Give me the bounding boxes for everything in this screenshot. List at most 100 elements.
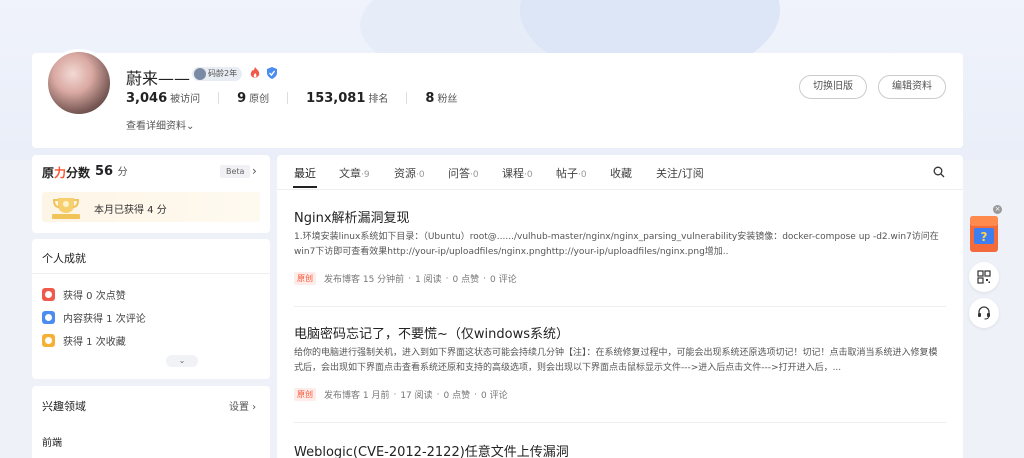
like-count: 0 点赞: [452, 275, 480, 285]
power-title-prefix: 原: [42, 166, 55, 180]
monthly-score-banner: 本月已获得 4 分: [42, 192, 260, 222]
tab-label: 资源: [394, 167, 416, 180]
profile-card: 蔚来—— 码龄2年 3,046 被访问 9 原创 153,081 排名 8 粉丝: [32, 49, 963, 148]
profile-name: 蔚来——: [126, 69, 191, 88]
stat-label: 排名: [368, 94, 389, 105]
publish-time: 发布博客 1 月前: [324, 391, 390, 401]
meta-separator: ·: [436, 389, 440, 400]
stat-fans[interactable]: 8 粉丝: [425, 90, 457, 106]
meta-separator: ·: [393, 389, 397, 400]
achievement-text: 获得 0 次点赞: [63, 291, 126, 302]
tab-label: 收藏: [610, 167, 632, 180]
meta-separator: ·: [408, 273, 412, 284]
tab-resources[interactable]: 资源·0: [394, 165, 425, 181]
achievements-header: 个人成就: [32, 239, 270, 274]
stat-rank[interactable]: 153,081 排名: [306, 90, 388, 106]
chevron-down-icon: ⌄: [178, 356, 186, 365]
chevron-right-icon: ›: [249, 402, 257, 413]
achievement-text: 获得 1 次收藏: [63, 337, 126, 348]
tab-count: ·0: [470, 170, 479, 180]
promo-widget[interactable]: ?: [968, 210, 1000, 254]
stat-value: 3,046: [126, 91, 168, 106]
tab-favorites[interactable]: 收藏: [610, 165, 632, 181]
tab-label: 最近: [294, 167, 316, 180]
level-badge-label: 码龄2年: [208, 69, 238, 78]
stat-visits[interactable]: 3,046 被访问: [126, 90, 200, 106]
tab-count: ·9: [361, 170, 370, 180]
read-count: 17 阅读: [400, 391, 433, 401]
svg-text:?: ?: [981, 230, 988, 244]
edit-profile-button[interactable]: 编辑资料: [878, 75, 946, 99]
chevron-down-icon: ⌄: [186, 121, 195, 132]
monthly-score-text: 本月已获得 4 分: [94, 205, 167, 216]
meta-separator: ·: [474, 389, 477, 400]
search-icon[interactable]: [933, 166, 945, 178]
meta-separator: ·: [445, 273, 449, 284]
stat-value: 9: [237, 91, 247, 106]
interests-panel: 兴趣领域 设置 › 前端: [32, 386, 270, 458]
like-count: 0 点赞: [443, 391, 471, 401]
achievement-likes: 获得 0 次点赞: [42, 287, 126, 302]
view-details-label: 查看详细资料: [126, 121, 186, 132]
comment-count: 0 评论: [481, 391, 508, 401]
tab-label: 帖子: [556, 167, 578, 180]
trophy-icon: [52, 198, 80, 219]
read-count: 1 阅读: [415, 275, 442, 285]
view-details-link[interactable]: 查看详细资料⌄: [126, 117, 194, 132]
content-tabs: 最近 文章·9 资源·0 问答·0 课程·0 帖子·0 收藏 关注/订阅: [277, 155, 963, 190]
stat-value: 153,081: [306, 91, 366, 106]
tab-articles[interactable]: 文章·9: [339, 165, 370, 181]
stat-label: 被访问: [170, 94, 201, 105]
power-score-value: 56 分: [95, 163, 128, 179]
tab-recent[interactable]: 最近: [294, 165, 316, 181]
tab-label: 关注/订阅: [656, 167, 704, 180]
qr-code-button[interactable]: [969, 262, 999, 292]
stat-label: 原创: [249, 94, 270, 105]
article-excerpt: 1.环境安装linux系统如下目录：（Ubuntu）root@....../vu…: [294, 232, 939, 257]
comment-count: 0 评论: [490, 275, 517, 285]
chevron-right-icon[interactable]: ›: [252, 164, 257, 178]
achievements-panel: 个人成就 获得 0 次点赞 内容获得 1 次评论 获得 1 次收藏 ⌄: [32, 239, 270, 379]
power-title-highlight: 力: [54, 166, 67, 180]
level-badge-icon: [194, 68, 206, 80]
tab-courses[interactable]: 课程·0: [502, 165, 533, 181]
tab-following[interactable]: 关注/订阅: [656, 165, 704, 181]
customer-service-button[interactable]: [969, 298, 999, 328]
profile-stats: 3,046 被访问 9 原创 153,081 排名 8 粉丝: [126, 90, 475, 106]
flame-badge-icon[interactable]: [248, 66, 262, 80]
achievement-favorites: 获得 1 次收藏: [42, 333, 126, 348]
avatar[interactable]: [45, 49, 113, 117]
tab-qa[interactable]: 问答·0: [448, 165, 479, 181]
article-excerpt: 给你的电脑进行强制关机，进入到如下界面这状态可能会持续几分钟【注】：在系统修复过…: [294, 348, 938, 373]
stat-original[interactable]: 9 原创: [237, 90, 269, 106]
original-tag: 原创: [294, 272, 316, 285]
achievement-comments: 内容获得 1 次评论: [42, 310, 146, 325]
tab-label: 问答: [448, 167, 470, 180]
stat-value: 8: [425, 91, 435, 106]
gift-box-icon: ?: [970, 216, 998, 252]
close-icon[interactable]: ×: [993, 205, 1002, 214]
article-divider: [294, 422, 946, 423]
interest-tag[interactable]: 前端: [42, 434, 62, 449]
content-panel: 最近 文章·9 资源·0 问答·0 课程·0 帖子·0 收藏 关注/订阅 Ngi…: [277, 155, 963, 458]
switch-old-version-button[interactable]: 切换旧版: [799, 75, 867, 99]
tab-label: 文章: [339, 167, 361, 180]
article-title[interactable]: 电脑密码忘记了，不要慌~（仅windows系统）: [294, 323, 569, 342]
power-score-unit: 分: [117, 167, 128, 178]
achievement-text: 内容获得 1 次评论: [63, 314, 146, 325]
original-tag: 原创: [294, 388, 316, 401]
stat-divider: [287, 92, 289, 104]
article-title[interactable]: Weblogic(CVE-2012-2122)任意文件上传漏洞: [294, 441, 569, 458]
achievements-title: 个人成就: [42, 252, 86, 265]
qr-code-icon: [977, 270, 991, 284]
interests-settings-link[interactable]: 设置 ›: [229, 398, 256, 413]
interests-settings-label: 设置: [229, 402, 249, 413]
article-title[interactable]: Nginx解析漏洞复现: [294, 207, 410, 226]
tab-posts[interactable]: 帖子·0: [556, 165, 587, 181]
article-meta: 原创 发布博客 15 分钟前 · 1 阅读 · 0 点赞 · 0 评论: [294, 272, 517, 285]
beta-badge: Beta: [220, 165, 251, 178]
expand-achievements-button[interactable]: ⌄: [166, 355, 198, 367]
verified-badge-icon[interactable]: [265, 66, 279, 80]
tab-label: 课程: [502, 167, 524, 180]
level-badge[interactable]: 码龄2年: [192, 67, 243, 81]
